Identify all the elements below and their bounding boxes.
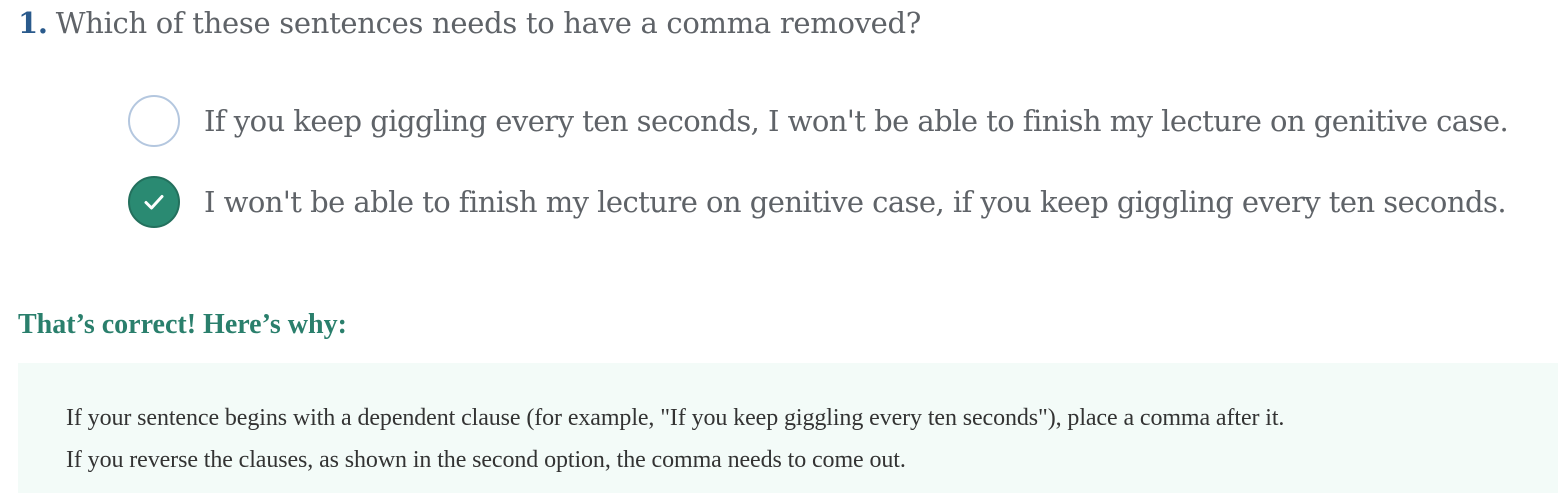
explanation-line-2: If you reverse the clauses, as shown in … bbox=[66, 447, 906, 473]
answer-option-1-label: If you keep giggling every ten seconds, … bbox=[204, 104, 1509, 138]
explanation-box: If your sentence begins with a dependent… bbox=[18, 363, 1558, 493]
question-text: Which of these sentences needs to have a… bbox=[55, 6, 922, 40]
feedback-heading: That’s correct! Here’s why: bbox=[18, 309, 347, 340]
checkmark-icon bbox=[144, 195, 164, 210]
radio-button-unselected[interactable] bbox=[128, 95, 180, 147]
answer-option-2-label: I won't be able to finish my lecture on … bbox=[204, 185, 1507, 219]
radio-button-selected[interactable] bbox=[128, 176, 180, 228]
explanation-line-1: If your sentence begins with a dependent… bbox=[66, 405, 1285, 431]
question-number: 1. bbox=[18, 6, 48, 40]
answer-option-1[interactable]: If you keep giggling every ten seconds, … bbox=[128, 92, 1509, 150]
question: 1. Which of these sentences needs to have… bbox=[18, 6, 921, 40]
answer-option-2[interactable]: I won't be able to finish my lecture on … bbox=[128, 173, 1507, 231]
